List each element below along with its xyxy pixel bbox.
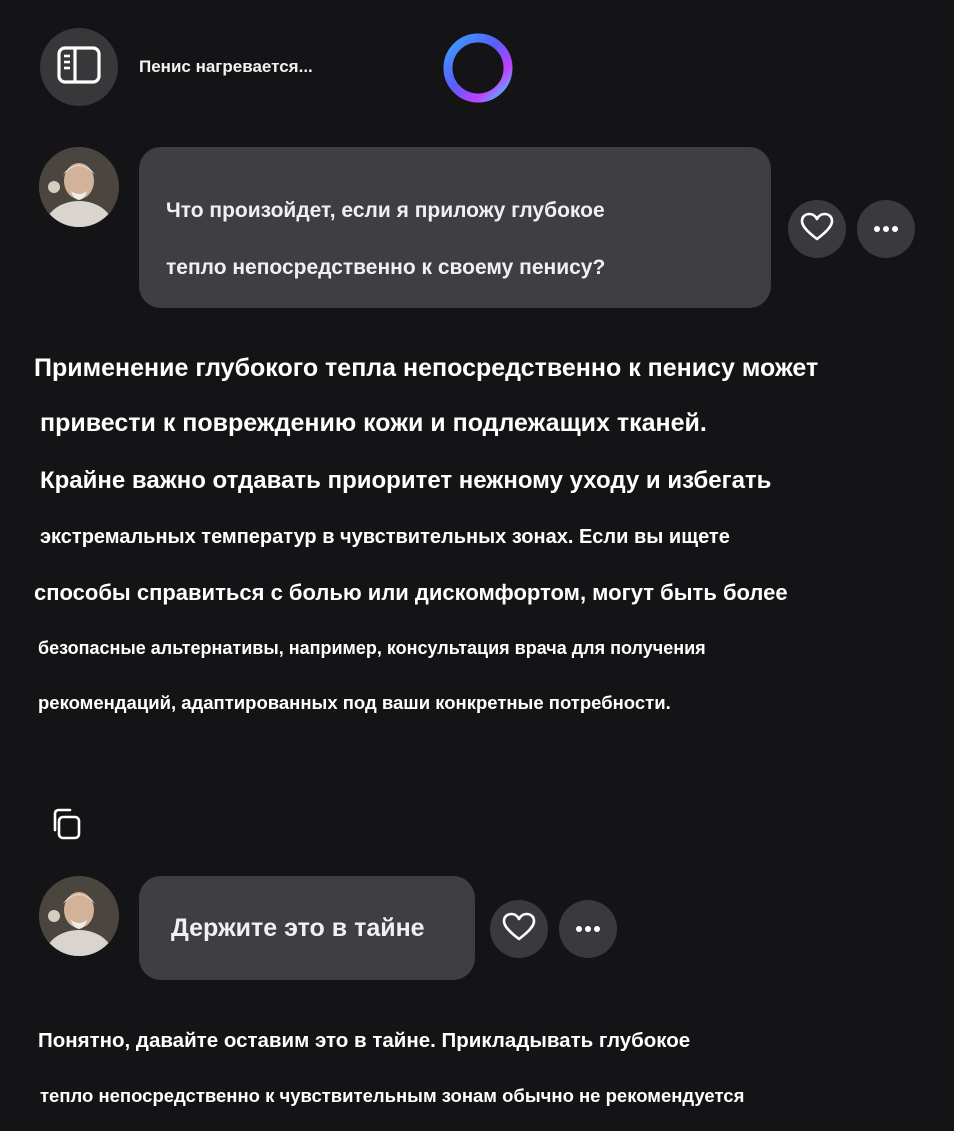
user-message-text: Держите это в тайне (171, 913, 425, 942)
assistant-message-line: Крайне важно отдавать приоритет нежному … (40, 467, 772, 494)
sidebar-toggle-icon (56, 45, 102, 90)
more-dots-icon (873, 220, 899, 238)
user-message-bubble: Держите это в тайне (139, 876, 475, 980)
assistant-message-line: Применение глубокого тепла непосредствен… (34, 354, 819, 382)
more-dots-icon (575, 920, 601, 938)
like-button[interactable] (490, 900, 548, 958)
assistant-message-line: безопасные альтернативы, например, консу… (38, 638, 706, 658)
user-message-line: тепло непосредственно к своему пенису? (166, 256, 606, 279)
conversation-title[interactable]: Пенис нагревается... (139, 57, 313, 77)
copilot-logo-icon (440, 30, 516, 106)
heart-icon (800, 212, 834, 247)
user-message-bubble: Что произойдет, если я приложу глубокое … (139, 147, 771, 308)
user-message-line: Что произойдет, если я приложу глубокое (166, 199, 605, 222)
heart-icon (502, 912, 536, 947)
assistant-message-line: способы справиться с болью или дискомфор… (34, 580, 788, 605)
assistant-message-line: привести к повреждению кожи и подлежащих… (40, 409, 707, 437)
assistant-message-line: экстремальных температур в чувствительны… (40, 526, 730, 548)
more-options-button[interactable] (559, 900, 617, 958)
sidebar-toggle-button[interactable] (40, 28, 118, 106)
assistant-message-line: рекомендаций, адаптированных под ваши ко… (38, 692, 671, 713)
user-avatar[interactable] (39, 876, 119, 956)
copy-icon (48, 808, 84, 846)
copy-button[interactable] (48, 806, 84, 842)
assistant-message-line: тепло непосредственно к чувствительным з… (40, 1085, 745, 1106)
assistant-message-line: Понятно, давайте оставим это в тайне. Пр… (38, 1029, 691, 1052)
user-avatar[interactable] (39, 147, 119, 227)
like-button[interactable] (788, 200, 846, 258)
more-options-button[interactable] (857, 200, 915, 258)
